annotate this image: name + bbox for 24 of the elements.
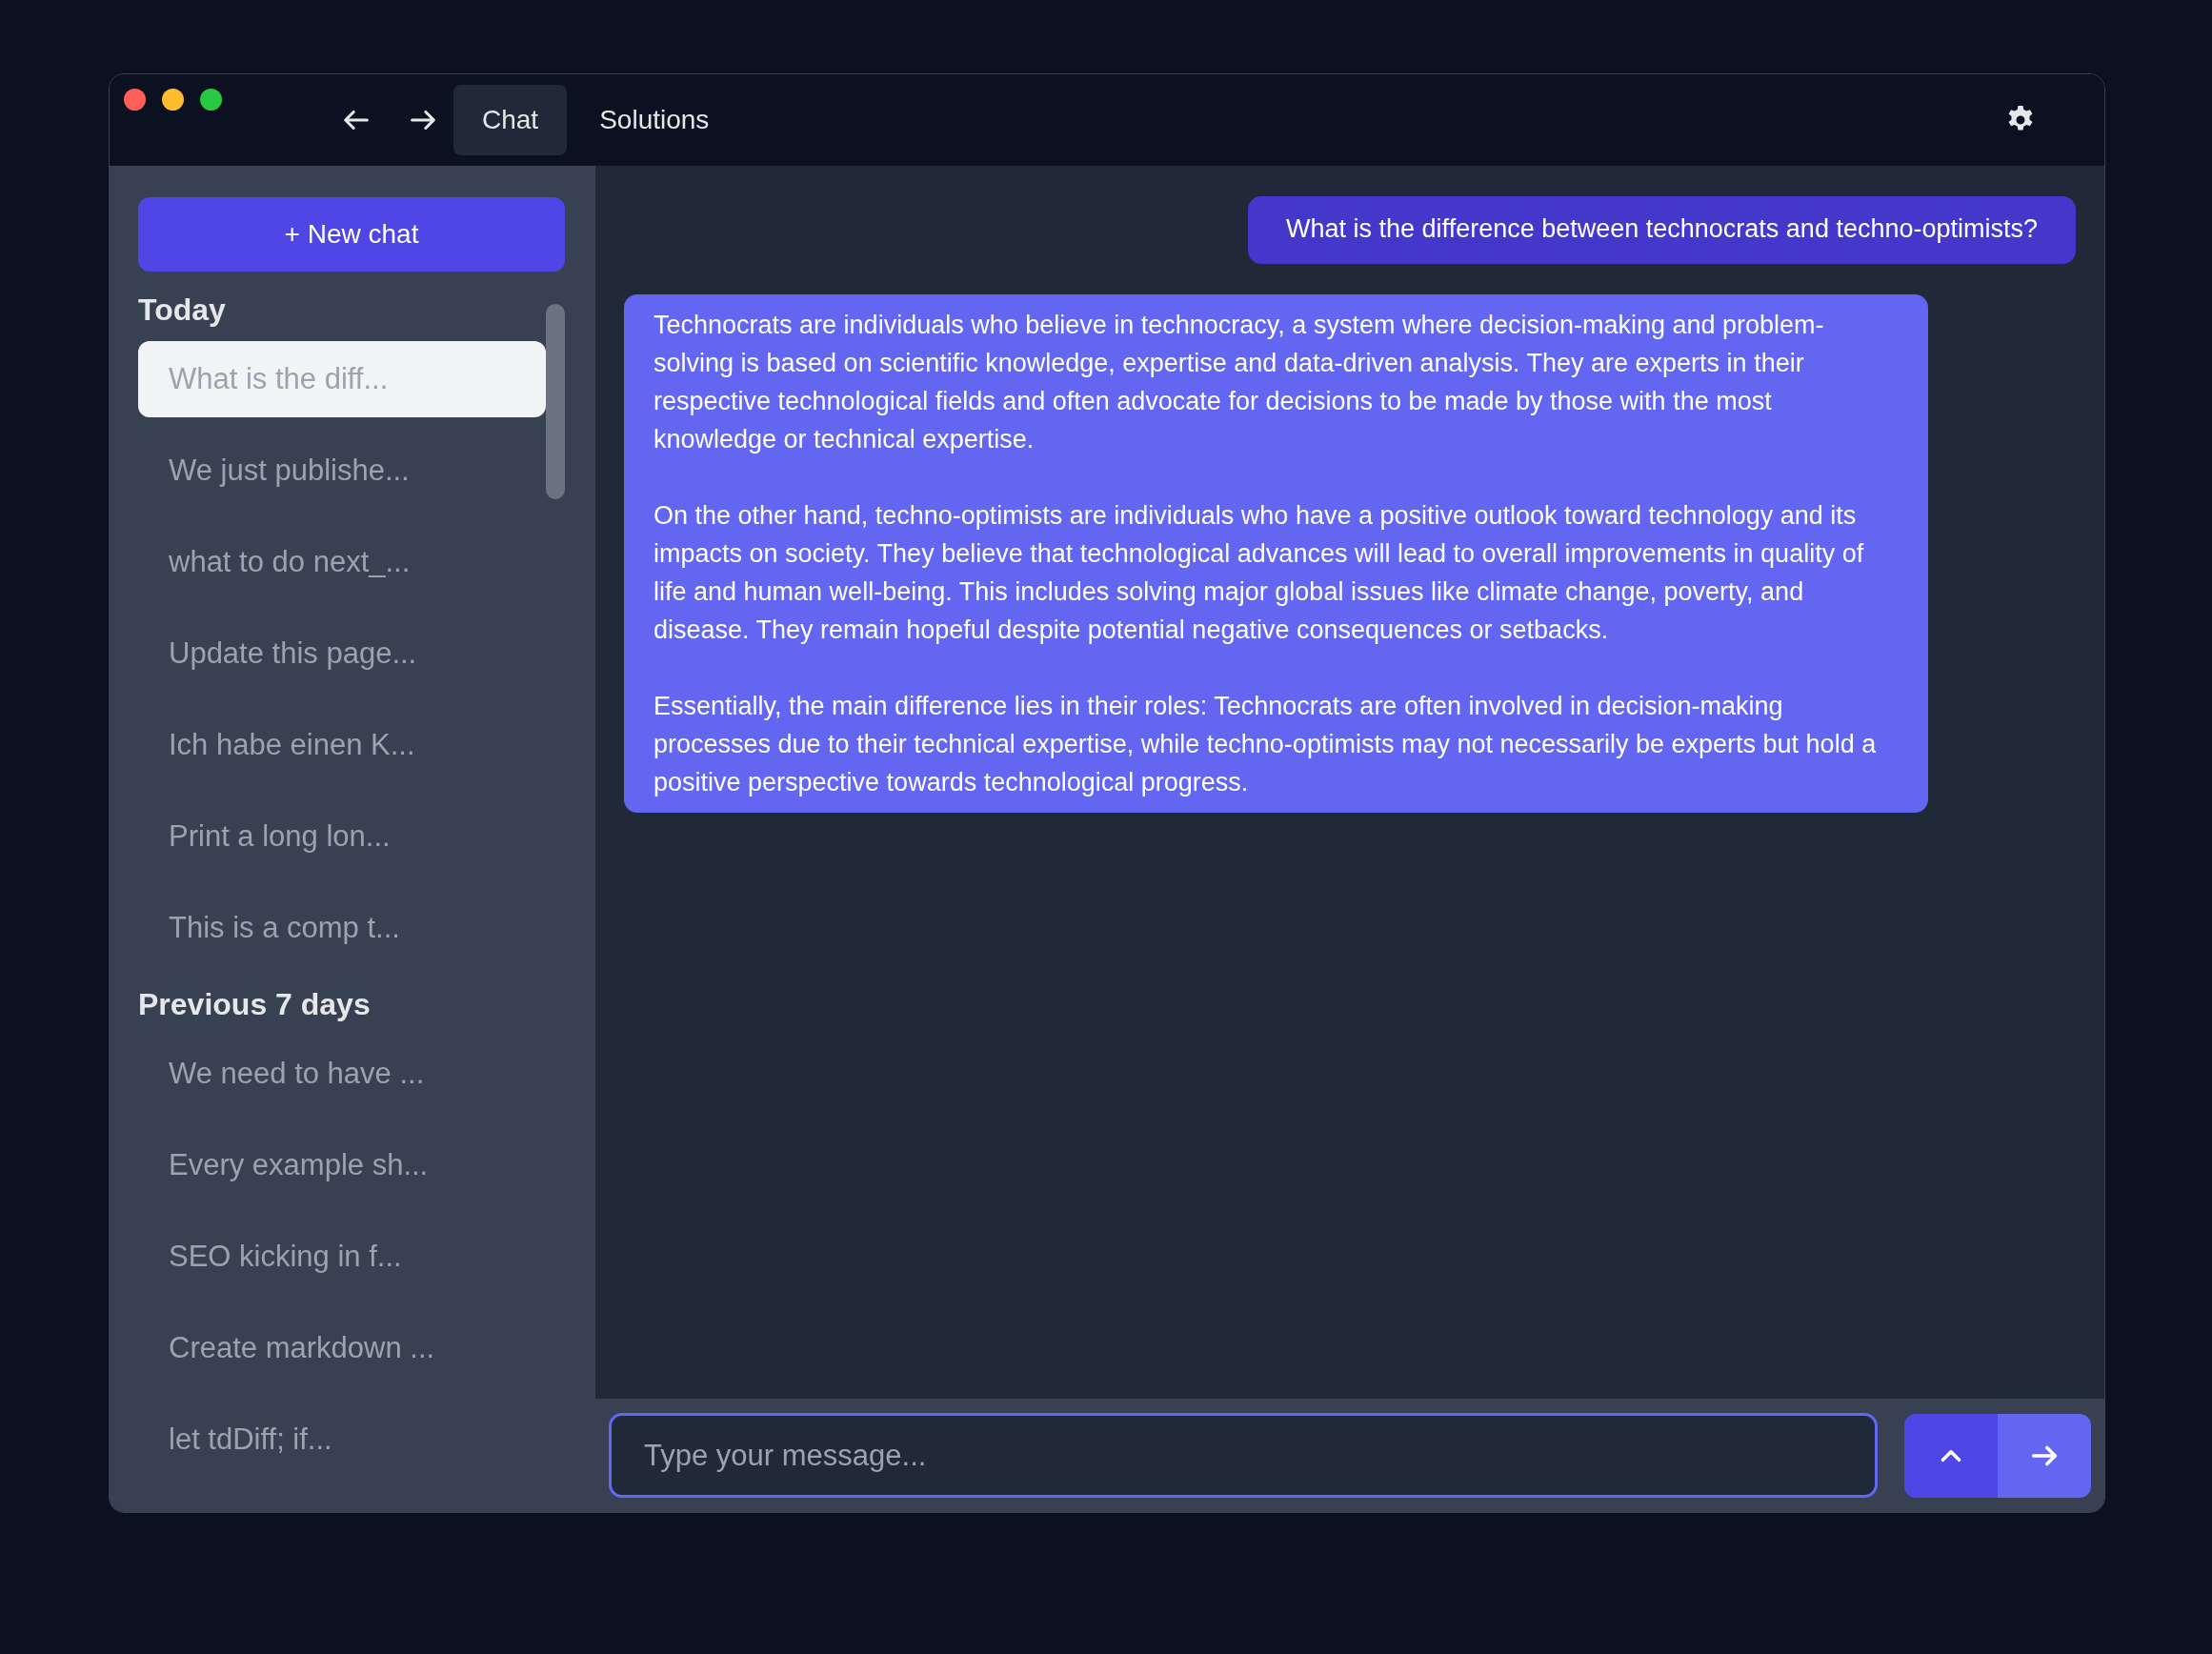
chat-history-item[interactable]: What is the diff...	[138, 341, 546, 417]
chat-history-item[interactable]: Create markdown ...	[138, 1310, 546, 1386]
chat-history-item[interactable]: what to do next_...	[138, 524, 546, 600]
close-window-button[interactable]	[124, 89, 146, 111]
section-heading: Previous 7 days	[138, 987, 372, 1022]
message-input-field[interactable]: Type your message...	[609, 1413, 1878, 1498]
chat-history-item[interactable]: We need to have ...	[138, 1036, 546, 1112]
tab[interactable]: Chat	[453, 85, 568, 155]
chat-history-item[interactable]: SEO kicking in f...	[138, 1219, 546, 1295]
minimize-window-button[interactable]	[162, 89, 184, 111]
chat-history-item[interactable]: Every example sh...	[138, 1127, 546, 1203]
section-heading: Today	[138, 292, 227, 328]
user-message-bubble: What is the difference between technocrats and techno-optimists?	[1248, 196, 2076, 264]
chat-history-item[interactable]: Ich habe einen K...	[138, 707, 546, 783]
chat-history-item[interactable]: Update this page...	[138, 615, 546, 692]
zoom-window-button[interactable]	[200, 89, 222, 111]
tab[interactable]: Solutions	[571, 85, 738, 155]
chat-history-item[interactable]: This is a comp t...	[138, 890, 546, 966]
chat-history-item[interactable]: let tdDiff; if...	[138, 1402, 546, 1478]
chat-history-item[interactable]: We just publishe...	[138, 433, 546, 509]
chat-history-item[interactable]: Print a long lon...	[138, 798, 546, 875]
scrollbar-thumb[interactable]	[546, 304, 565, 499]
new-chat-button[interactable]: + New chat	[138, 197, 565, 272]
assistant-message-bubble: Technocrats are individuals who believe in technocracy, a system where decision-making and problem-solving is based on scientific knowledge, expertise and data-driven analysis. They are experts in their respective technological fields and often advocate for decisions to be made by those with the most knowledge or technical expertise. On the other hand, techno-optimists are individuals who have a positive outlook toward technology and its impacts on society. They believe that technological advances will lead to overall improvements in quality of life and human well-being. This includes solving major global issues like climate change, poverty, and disease. They remain hopeful despite potential negative consequences or setbacks. Essentially, the main difference lies in their roles: Technocrats are often involved in decision-making processes due to their technical expertise, while techno-optimists may not necessarily be experts but hold a positive perspective towards technological progress.	[624, 294, 1928, 813]
